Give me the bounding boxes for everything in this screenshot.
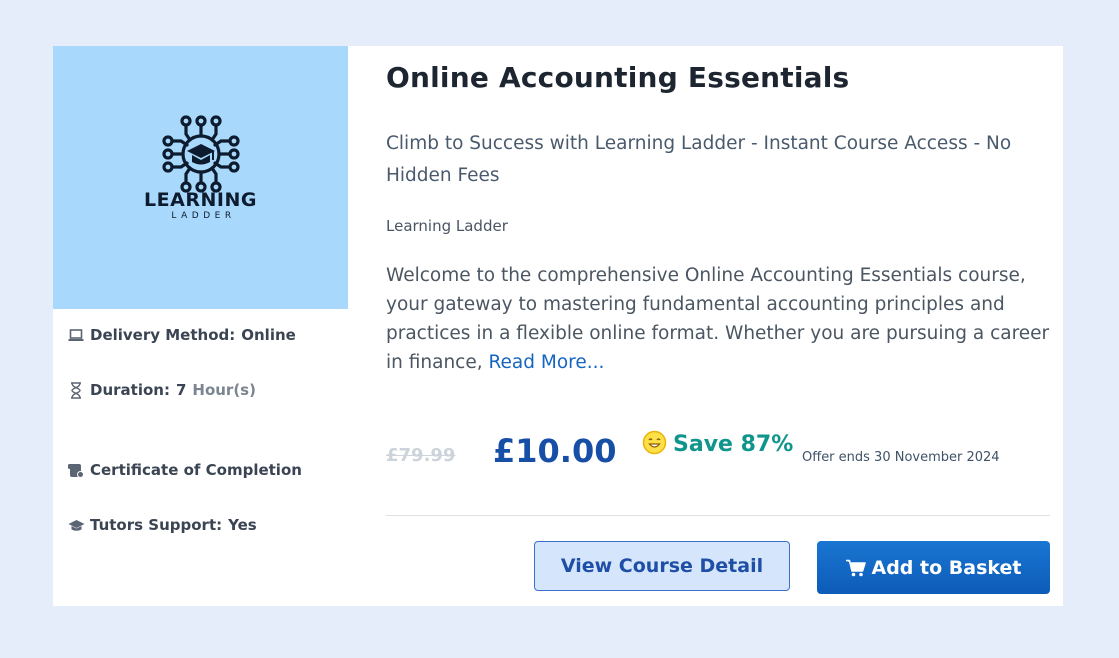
course-description: Welcome to the comprehensive Online Acco… (386, 261, 1050, 377)
course-card: LEARNING LADDER Delivery Method: Online … (53, 46, 1063, 606)
graduation-cap-icon (67, 517, 85, 533)
graduation-cap-network-icon (162, 115, 240, 193)
old-price: £79.99 (386, 445, 456, 466)
course-description-text: Welcome to the comprehensive Online Acco… (386, 265, 1050, 373)
delivery-method-value: Online (241, 326, 296, 344)
course-subtitle: Climb to Success with Learning Ladder - … (386, 133, 1012, 186)
duration-row: Duration: 7 Hour(s) (67, 381, 256, 399)
delivery-method-label: Delivery Method: (90, 326, 236, 344)
course-title[interactable]: Online Accounting Essentials (386, 61, 849, 94)
current-price: £10.00 (493, 432, 617, 470)
read-more-link[interactable]: Read More... (489, 352, 605, 373)
course-image[interactable]: LEARNING LADDER (53, 46, 348, 309)
certificate-label: Certificate of Completion (90, 461, 302, 479)
view-course-detail-button[interactable]: View Course Detail (534, 541, 790, 591)
tutors-support-value: Yes (228, 516, 257, 534)
add-to-basket-button[interactable]: Add to Basket (817, 541, 1050, 594)
duration-unit: Hour(s) (192, 381, 256, 399)
save-text: Save 87% (673, 432, 794, 457)
certificate-icon (67, 462, 85, 478)
cart-icon (845, 559, 866, 577)
add-to-basket-label: Add to Basket (871, 556, 1022, 579)
logo-subword: LADDER (171, 211, 236, 221)
save-badge: Save 87% (642, 430, 793, 459)
certificate-row: Certificate of Completion (67, 461, 302, 479)
logo-wordmark: LEARNING (144, 189, 257, 211)
delivery-method-row: Delivery Method: Online (67, 326, 296, 344)
tutors-support-label: Tutors Support: (90, 516, 223, 534)
tutors-support-row: Tutors Support: Yes (67, 516, 257, 534)
laptop-icon (67, 327, 85, 343)
course-provider[interactable]: Learning Ladder (386, 217, 508, 235)
view-course-detail-label: View Course Detail (560, 555, 764, 577)
duration-label: Duration: (90, 381, 170, 399)
duration-value: 7 (175, 381, 187, 399)
hourglass-icon (67, 381, 85, 399)
divider (386, 515, 1050, 516)
smiley-icon (642, 430, 667, 459)
offer-end-text: Offer ends 30 November 2024 (802, 450, 1000, 465)
